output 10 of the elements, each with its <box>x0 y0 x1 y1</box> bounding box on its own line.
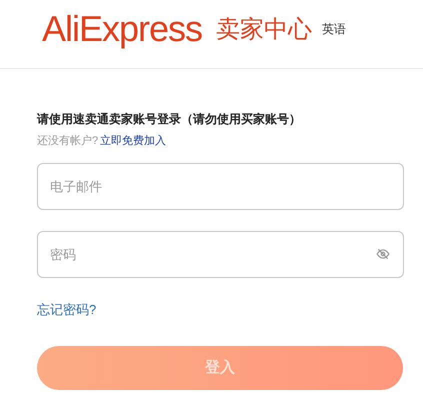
login-heading: 请使用速卖通卖家账号登录（请勿使用买家账号） <box>37 111 302 127</box>
forgot-password-link[interactable]: 忘记密码? <box>37 302 404 318</box>
signup-prompt: 还没有帐户? <box>37 134 98 148</box>
password-field[interactable]: 密码 <box>37 231 404 278</box>
email-field[interactable]: 电子邮件 <box>37 163 404 210</box>
eye-hidden-icon[interactable] <box>376 247 390 261</box>
portal-title: 卖家中心 <box>216 17 312 41</box>
signup-link[interactable]: 立即免费加入 <box>100 134 166 148</box>
language-link[interactable]: 英语 <box>322 20 346 38</box>
logo: AliExpress <box>42 11 202 47</box>
